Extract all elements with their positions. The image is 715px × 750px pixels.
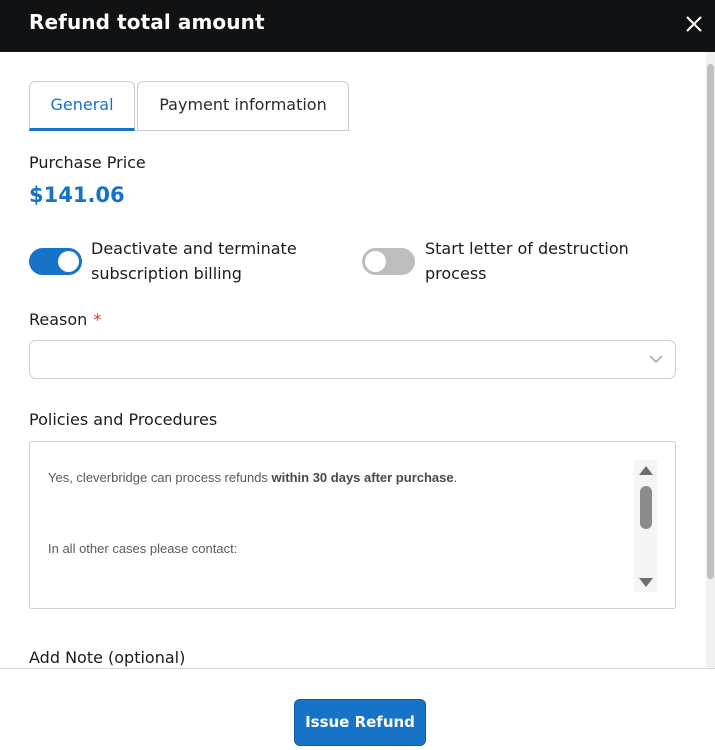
scroll-up-arrow-icon[interactable] [639, 466, 653, 475]
dialog-scrollbar[interactable] [706, 52, 715, 668]
policies-line1: Yes, cleverbridge can process refunds wi… [48, 470, 457, 485]
policies-label: Policies and Procedures [29, 410, 218, 429]
deactivate-subscription-label: Deactivate and terminate subscription bi… [91, 236, 297, 286]
dialog-body: General Payment information Purchase Pri… [0, 52, 706, 668]
purchase-price-label: Purchase Price [29, 153, 146, 172]
reason-select[interactable] [29, 340, 676, 379]
policies-line1-suffix: . [453, 470, 458, 485]
close-icon-graphic [686, 16, 702, 32]
letter-of-destruction-label-line1: Start letter of destruction [425, 239, 629, 258]
dialog-scrollbar-thumb[interactable] [707, 64, 714, 579]
reason-label: Reason * [29, 310, 101, 329]
dialog-footer: Issue Refund [0, 668, 715, 750]
purchase-price-value: $141.06 [29, 183, 125, 207]
policies-line1-prefix: Yes, cleverbridge can process refunds [48, 470, 272, 485]
tab-payment-information[interactable]: Payment information [137, 81, 349, 131]
policies-line1-bold: within 30 days after purchase [271, 470, 454, 485]
policies-scrollbar[interactable] [634, 460, 657, 592]
required-marker: * [93, 310, 102, 329]
add-note-label: Add Note (optional) [29, 648, 186, 667]
dialog-title: Refund total amount [29, 10, 265, 34]
toggle-knob [365, 251, 386, 272]
issue-refund-button[interactable]: Issue Refund [294, 699, 426, 746]
policies-box: Yes, cleverbridge can process refunds wi… [29, 441, 676, 609]
scrollbar-thumb[interactable] [640, 486, 652, 529]
letter-of-destruction-toggle[interactable] [362, 248, 415, 275]
deactivate-subscription-toggle[interactable] [29, 248, 82, 275]
toggle-knob [58, 251, 79, 272]
deactivate-subscription-label-line1: Deactivate and terminate [91, 239, 297, 258]
dialog-header: Refund total amount [0, 0, 715, 52]
letter-of-destruction-label-line2: process [425, 264, 487, 283]
tab-general[interactable]: General [29, 81, 135, 131]
close-icon[interactable] [683, 13, 705, 35]
letter-of-destruction-label: Start letter of destruction process [425, 236, 629, 286]
chevron-down-icon [649, 355, 663, 363]
policies-line2: In all other cases please contact: [48, 541, 238, 556]
deactivate-subscription-label-line2: subscription billing [91, 264, 242, 283]
reason-label-text: Reason [29, 310, 88, 329]
scroll-down-arrow-icon[interactable] [639, 578, 653, 587]
